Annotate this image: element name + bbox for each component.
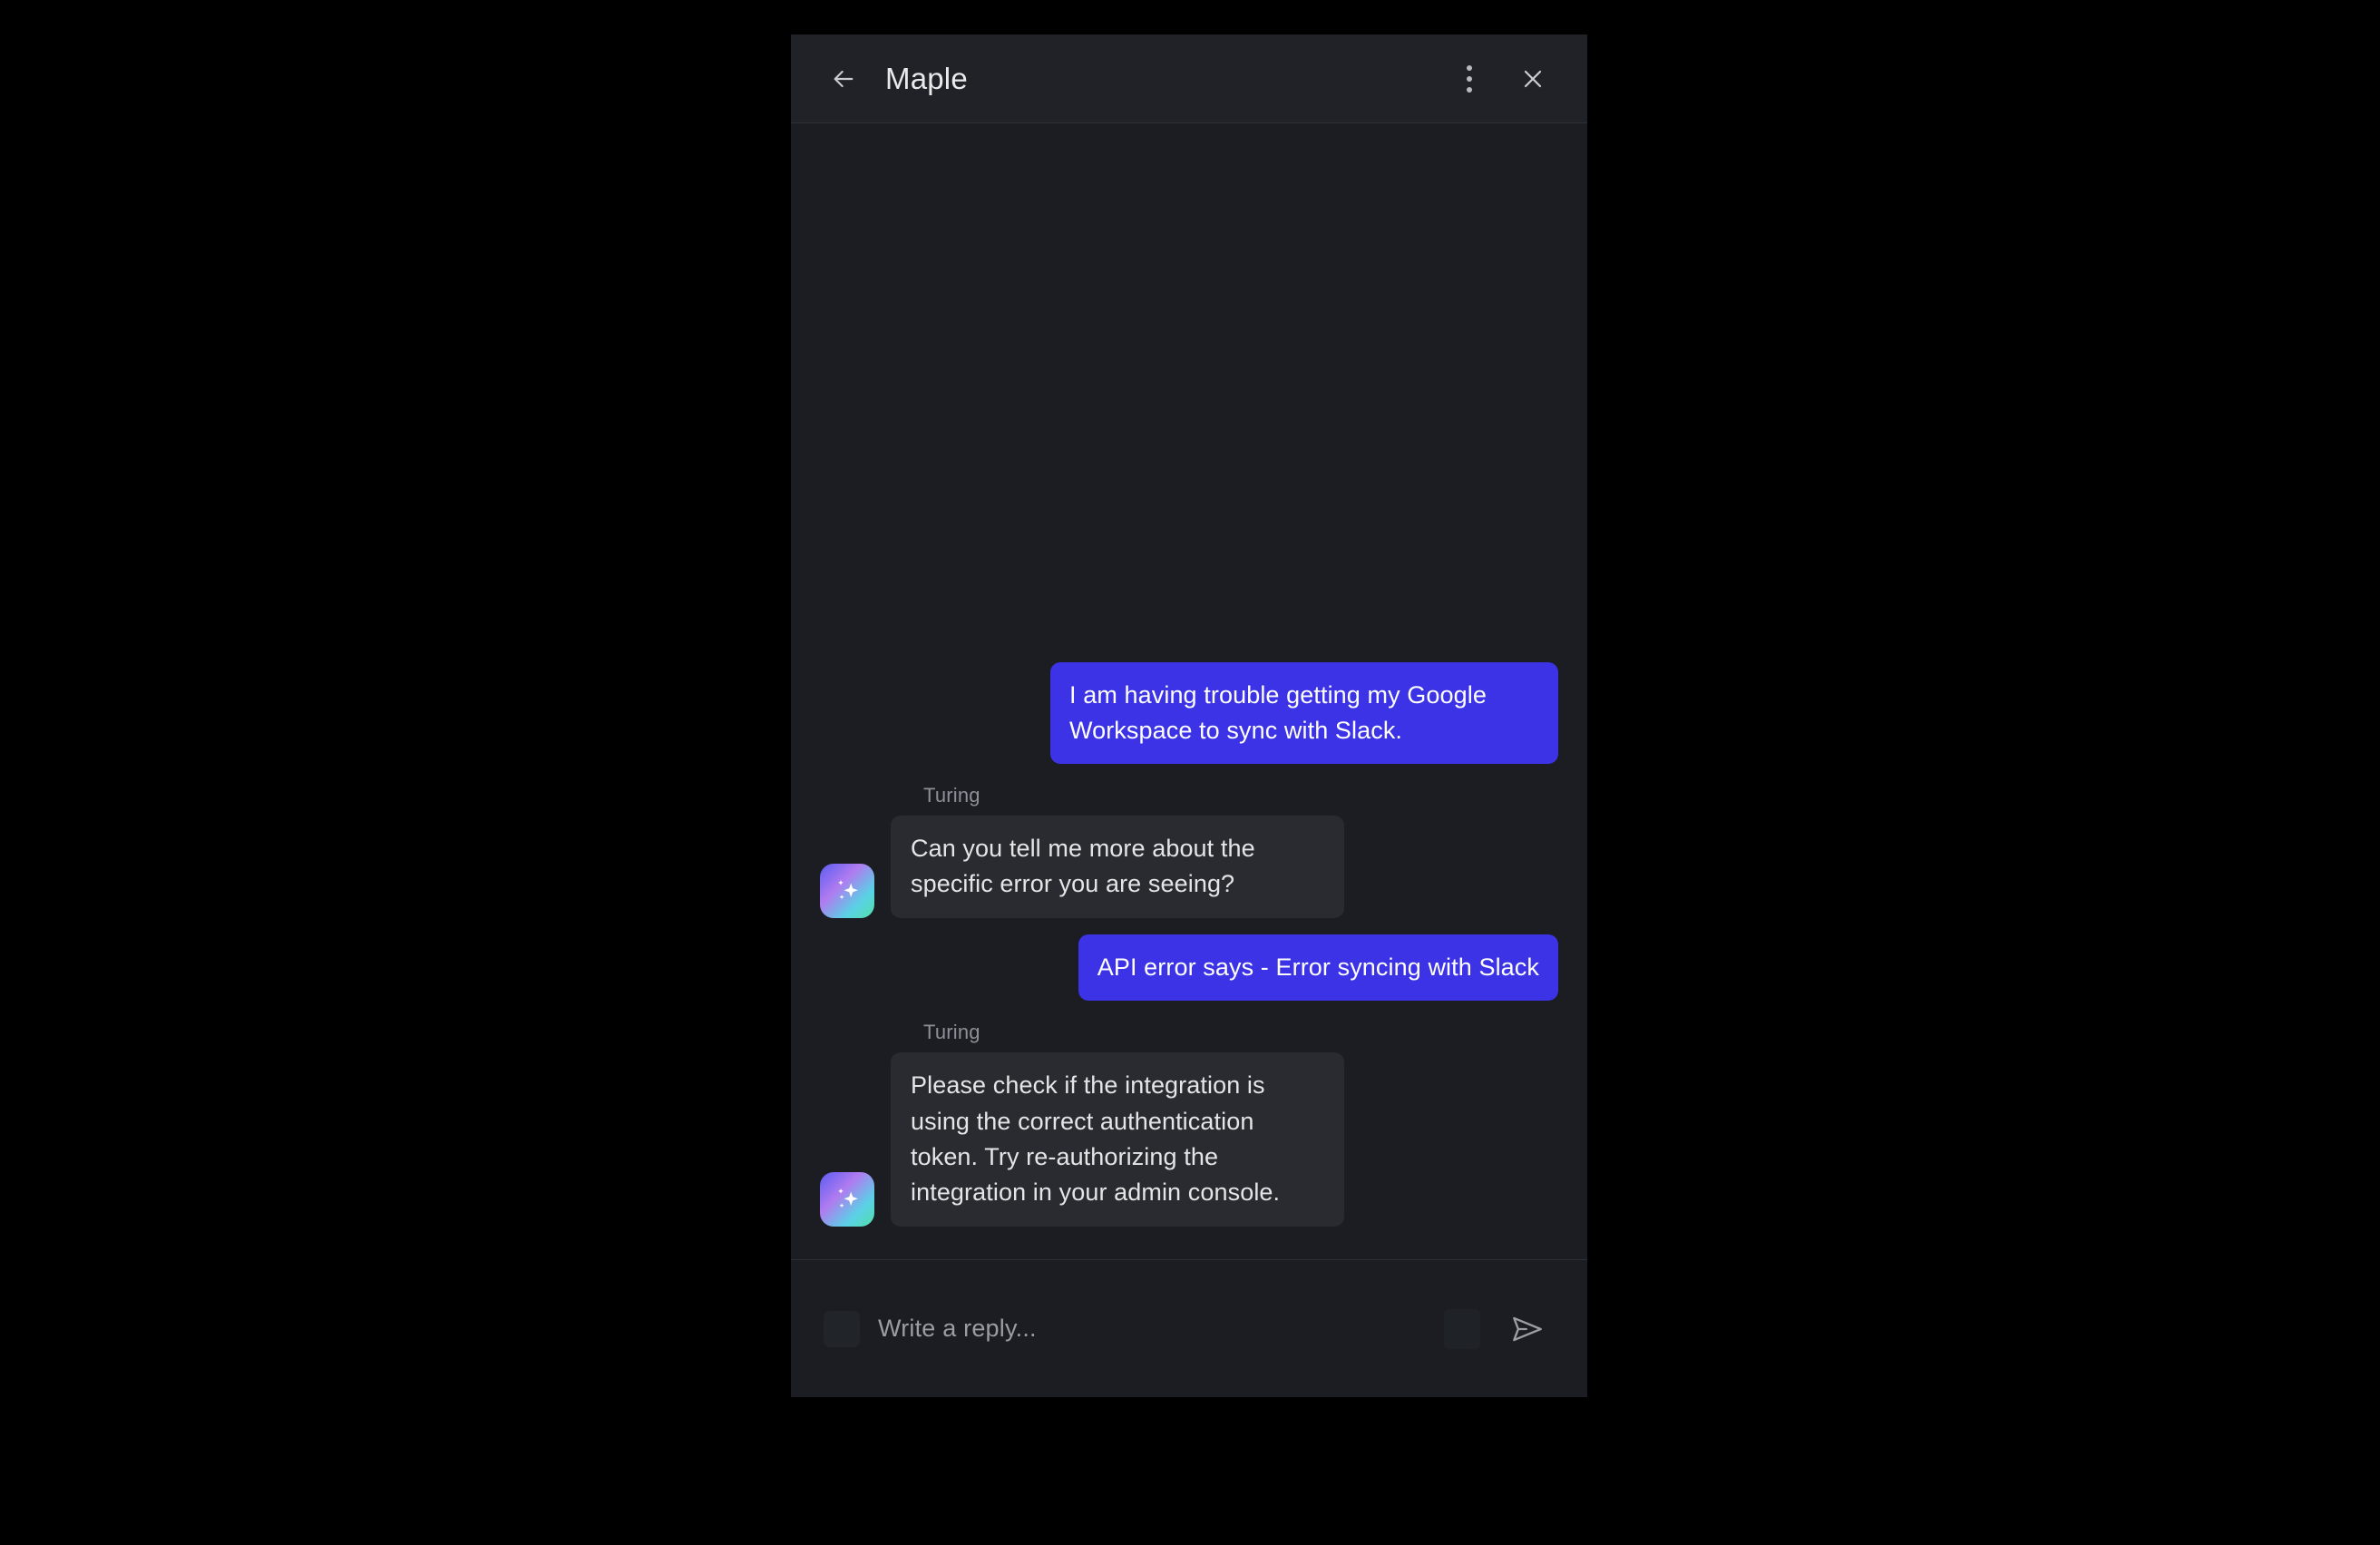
send-button[interactable] bbox=[1504, 1305, 1551, 1353]
message-row-user: I am having trouble getting my Google Wo… bbox=[820, 662, 1558, 764]
assistant-message-bubble: Can you tell me more about the specific … bbox=[891, 815, 1344, 919]
sparkle-icon bbox=[838, 880, 858, 900]
reply-input[interactable] bbox=[867, 1315, 1444, 1343]
assistant-bubble-row: Please check if the integration is using… bbox=[820, 1052, 1558, 1227]
sparkle-icon bbox=[838, 1188, 858, 1208]
avatar bbox=[820, 1172, 874, 1227]
arrow-left-icon bbox=[834, 70, 853, 87]
sender-name: Turing bbox=[923, 783, 980, 807]
assistant-bubble-row: Can you tell me more about the specific … bbox=[820, 815, 1558, 919]
attachment-placeholder-icon[interactable] bbox=[824, 1310, 860, 1347]
message-list[interactable]: I am having trouble getting my Google Wo… bbox=[791, 123, 1587, 1259]
avatar bbox=[820, 864, 874, 919]
screen: Maple I am having trouble getting my Goo… bbox=[0, 0, 2380, 1545]
chat-header: Maple bbox=[791, 34, 1587, 123]
send-icon bbox=[1513, 1316, 1542, 1341]
kebab-dot bbox=[1467, 86, 1472, 93]
user-message-bubble: I am having trouble getting my Google Wo… bbox=[1050, 662, 1558, 764]
close-icon bbox=[1524, 70, 1542, 87]
page-title: Maple bbox=[885, 61, 968, 95]
kebab-dot bbox=[1467, 64, 1472, 71]
user-message-bubble: API error says - Error syncing with Slac… bbox=[1078, 934, 1558, 1002]
kebab-dot bbox=[1467, 75, 1472, 82]
message-row-user: API error says - Error syncing with Slac… bbox=[820, 934, 1558, 1002]
message-row-assistant: Turing Can you tell me more about the sp… bbox=[820, 783, 1558, 919]
back-button[interactable] bbox=[824, 59, 863, 99]
close-button[interactable] bbox=[1513, 59, 1553, 99]
sender-name: Turing bbox=[923, 1021, 980, 1044]
message-composer bbox=[791, 1259, 1587, 1397]
chat-panel: Maple I am having trouble getting my Goo… bbox=[791, 34, 1587, 1397]
overflow-menu-button[interactable] bbox=[1449, 59, 1489, 99]
assistant-message-bubble: Please check if the integration is using… bbox=[891, 1052, 1344, 1227]
message-row-assistant: Turing Please check if the integration i… bbox=[820, 1021, 1558, 1227]
emoji-placeholder-icon[interactable] bbox=[1444, 1308, 1480, 1349]
